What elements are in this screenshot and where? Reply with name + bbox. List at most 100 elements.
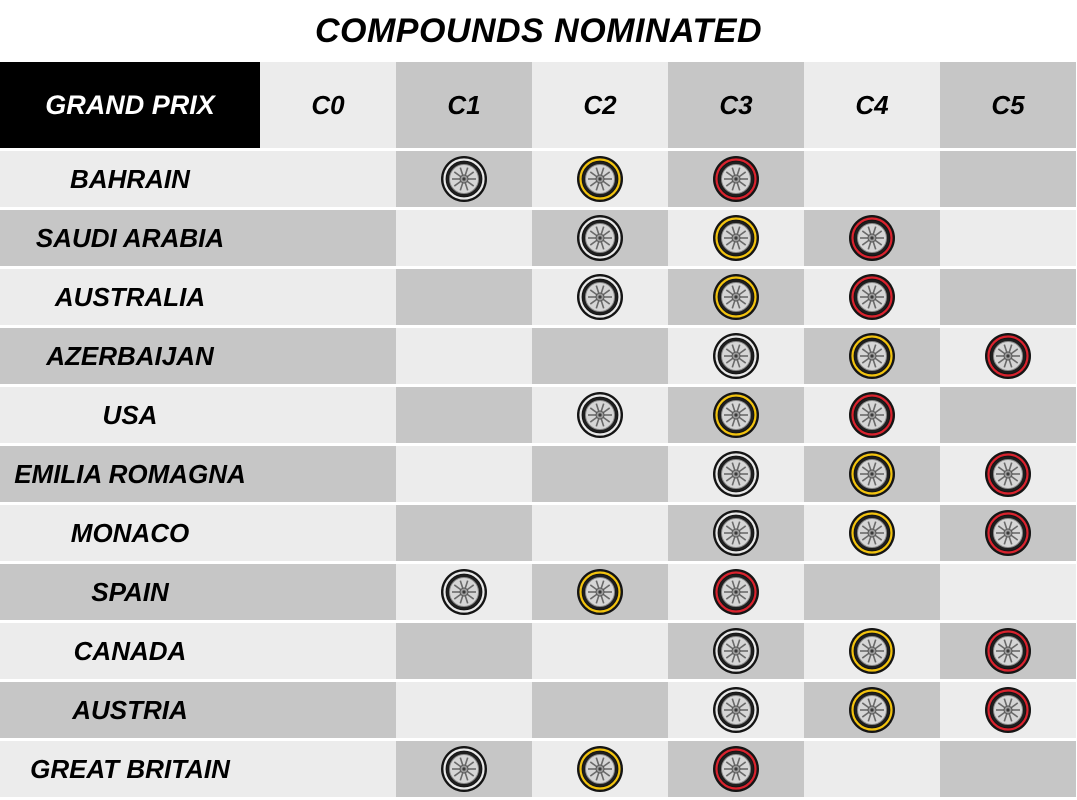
compound-cell-c2 [532,682,668,738]
hard-tyre-icon [713,333,759,379]
hard-tyre-icon [713,510,759,556]
compound-cell-c0 [260,564,396,620]
compound-cell-c1 [396,151,532,207]
compound-cell-c0 [260,623,396,679]
compound-cell-c1 [396,505,532,561]
compound-cell-c5 [940,151,1076,207]
header-c0: C0 [260,62,396,148]
compound-cell-c5 [940,387,1076,443]
medium-tyre-icon [577,156,623,202]
compound-cell-c4 [804,269,940,325]
medium-tyre-icon [577,569,623,615]
compound-cell-c5 [940,564,1076,620]
header-c3: C3 [668,62,804,148]
hard-tyre-icon [441,569,487,615]
soft-tyre-icon [985,510,1031,556]
grand-prix-name: AUSTRALIA [0,269,260,325]
medium-tyre-icon [713,392,759,438]
compound-cell-c2 [532,564,668,620]
compound-cell-c1 [396,328,532,384]
medium-tyre-icon [849,451,895,497]
compound-cell-c2 [532,328,668,384]
table-row: EMILIA ROMAGNA [0,446,1077,502]
hard-tyre-icon [713,451,759,497]
compound-cell-c3 [668,151,804,207]
soft-tyre-icon [849,274,895,320]
compound-cell-c0 [260,387,396,443]
compound-cell-c5 [940,741,1076,797]
compound-cell-c4 [804,328,940,384]
soft-tyre-icon [849,392,895,438]
grand-prix-name: SPAIN [0,564,260,620]
header-c5: C5 [940,62,1076,148]
compound-cell-c4 [804,446,940,502]
table-row: AZERBAIJAN [0,328,1077,384]
compound-cell-c1 [396,623,532,679]
table-row: SAUDI ARABIA [0,210,1077,266]
compound-cell-c5 [940,210,1076,266]
compound-cell-c4 [804,564,940,620]
hard-tyre-icon [713,687,759,733]
compound-cell-c2 [532,210,668,266]
compound-cell-c3 [668,682,804,738]
compound-cell-c3 [668,623,804,679]
soft-tyre-icon [849,215,895,261]
compound-cell-c3 [668,741,804,797]
hard-tyre-icon [577,392,623,438]
compound-cell-c5 [940,682,1076,738]
table-row: BAHRAIN [0,151,1077,207]
compound-cell-c1 [396,741,532,797]
compound-cell-c4 [804,210,940,266]
grand-prix-name: CANADA [0,623,260,679]
compound-cell-c5 [940,446,1076,502]
compound-cell-c1 [396,269,532,325]
compound-cell-c0 [260,269,396,325]
compound-cell-c0 [260,328,396,384]
compound-cell-c1 [396,210,532,266]
compound-cell-c3 [668,328,804,384]
header-grand-prix: GRAND PRIX [0,62,260,148]
compound-cell-c4 [804,623,940,679]
hard-tyre-icon [577,274,623,320]
compound-cell-c0 [260,682,396,738]
compound-cell-c5 [940,269,1076,325]
header-c4: C4 [804,62,940,148]
grand-prix-name: BAHRAIN [0,151,260,207]
table-header-row: GRAND PRIX C0 C1 C2 C3 C4 C5 [0,62,1077,148]
compound-cell-c5 [940,505,1076,561]
table-row: USA [0,387,1077,443]
compound-cell-c2 [532,151,668,207]
compound-cell-c1 [396,387,532,443]
compound-cell-c4 [804,505,940,561]
compound-cell-c4 [804,387,940,443]
compound-cell-c5 [940,328,1076,384]
soft-tyre-icon [985,451,1031,497]
compound-cell-c2 [532,387,668,443]
compound-cell-c5 [940,623,1076,679]
grand-prix-name: USA [0,387,260,443]
soft-tyre-icon [713,746,759,792]
medium-tyre-icon [713,274,759,320]
table-row: SPAIN [0,564,1077,620]
compound-cell-c2 [532,505,668,561]
table-row: AUSTRALIA [0,269,1077,325]
compound-cell-c1 [396,682,532,738]
hard-tyre-icon [441,156,487,202]
compound-cell-c0 [260,210,396,266]
soft-tyre-icon [985,333,1031,379]
hard-tyre-icon [577,215,623,261]
compound-cell-c2 [532,446,668,502]
grand-prix-name: SAUDI ARABIA [0,210,260,266]
soft-tyre-icon [713,156,759,202]
header-c1: C1 [396,62,532,148]
page-title: COMPOUNDS NOMINATED [314,11,763,50]
header-c2: C2 [532,62,668,148]
table-row: GREAT BRITAIN [0,741,1077,797]
grand-prix-name: AZERBAIJAN [0,328,260,384]
medium-tyre-icon [849,510,895,556]
compound-cell-c1 [396,564,532,620]
medium-tyre-icon [849,687,895,733]
compound-cell-c2 [532,623,668,679]
hard-tyre-icon [713,628,759,674]
grand-prix-name: MONACO [0,505,260,561]
